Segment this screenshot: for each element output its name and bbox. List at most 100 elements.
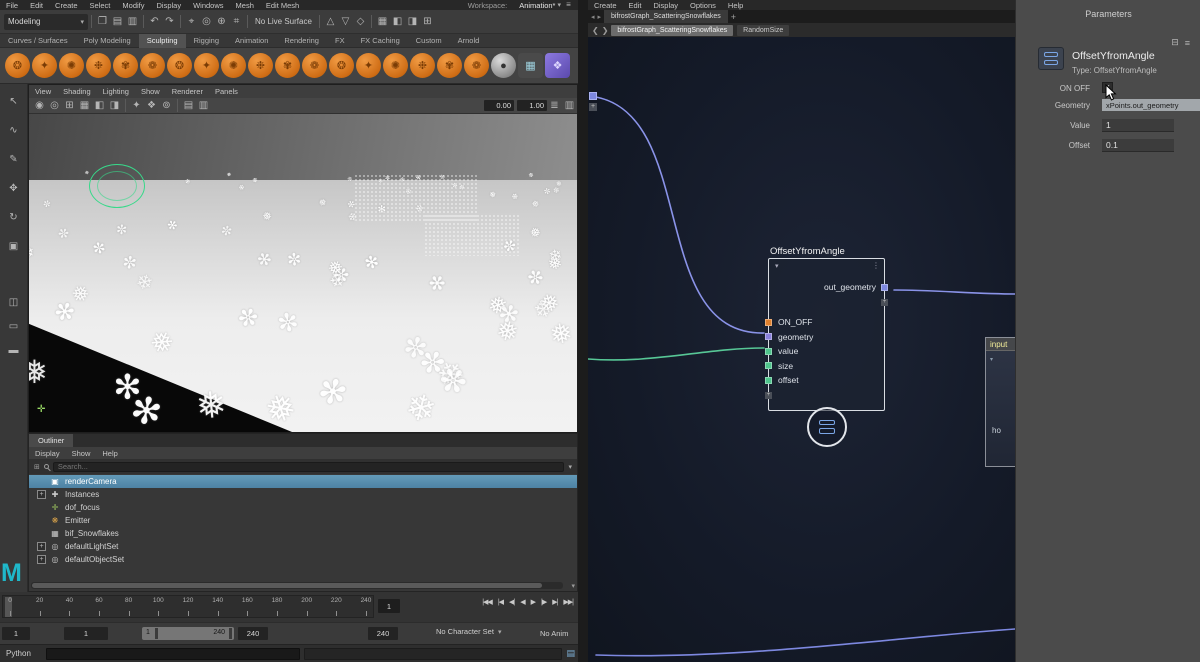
toolbar-icon[interactable]: ◨ bbox=[107, 98, 122, 114]
viewport-menu[interactable]: View bbox=[29, 87, 57, 96]
toolbar-icon[interactable]: ▭ bbox=[6, 319, 21, 335]
new-tab-button[interactable]: + bbox=[731, 12, 736, 22]
outliner-item[interactable]: ▣renderCamera bbox=[29, 475, 577, 488]
shelf-tab[interactable]: Curves / Surfaces bbox=[0, 34, 76, 48]
expand-toggle-icon[interactable]: + bbox=[37, 542, 46, 551]
viewport-menu[interactable]: Lighting bbox=[97, 87, 135, 96]
compound-node-badge[interactable] bbox=[807, 407, 847, 447]
maya-menu[interactable]: Select bbox=[84, 1, 117, 10]
command-input[interactable] bbox=[46, 648, 300, 660]
toolbar-icon[interactable]: ✥ bbox=[6, 181, 21, 197]
wire-geometry[interactable] bbox=[596, 97, 764, 333]
nav-back-icon[interactable]: ❮ bbox=[592, 26, 599, 35]
chevron-down-icon[interactable]: ▾ bbox=[568, 463, 572, 471]
toolbar-icon[interactable]: ⊞ bbox=[420, 14, 435, 30]
toolbar-icon[interactable]: ↶ bbox=[147, 14, 162, 30]
node-offsetyfromangle[interactable]: OffsetYfromAngle ▾ ⋮ out_geometry + ON_O… bbox=[768, 258, 885, 411]
chevron-down-icon[interactable]: ▾ bbox=[571, 582, 575, 590]
sculpt-brush-icon[interactable]: ❁ bbox=[464, 53, 489, 78]
toolbar-icon[interactable]: ⊕ bbox=[214, 14, 229, 30]
workspace-options-icon[interactable]: ≡ bbox=[561, 0, 576, 10]
toolbar-icon[interactable]: △ bbox=[323, 14, 338, 30]
toolbar-icon[interactable]: ∿ bbox=[6, 123, 21, 139]
collapse-icon[interactable]: ▾ bbox=[775, 262, 779, 270]
add-input-button[interactable]: + bbox=[765, 392, 772, 399]
maya-menu[interactable]: Modify bbox=[116, 1, 150, 10]
value-field[interactable]: 1 bbox=[1102, 119, 1174, 132]
toolbar-icon[interactable]: ⌗ bbox=[229, 14, 244, 30]
menu-icon[interactable]: ≡ bbox=[1185, 38, 1190, 48]
sculpt-brush-icon[interactable]: ✾ bbox=[113, 53, 138, 78]
maya-menu[interactable]: Create bbox=[49, 1, 84, 10]
sculpt-brush-icon[interactable]: ❉ bbox=[86, 53, 111, 78]
toolbar-icon[interactable]: ▽ bbox=[338, 14, 353, 30]
toolbar-icon[interactable]: ⊞ bbox=[62, 98, 77, 114]
sculpt-brush-icon[interactable]: ❉ bbox=[410, 53, 435, 78]
outliner-search-input[interactable] bbox=[53, 462, 565, 472]
input-port[interactable] bbox=[765, 348, 772, 355]
node-input-clipped[interactable]: input ▾ ho bbox=[985, 337, 1015, 467]
sphere-tool-icon[interactable]: ● bbox=[491, 53, 516, 78]
toolbar-icon[interactable]: ▦ bbox=[375, 14, 390, 30]
toolbar-icon[interactable]: ◧ bbox=[92, 98, 107, 114]
toolbar-icon[interactable]: ◨ bbox=[405, 14, 420, 30]
outliner-menu[interactable]: Help bbox=[96, 449, 123, 458]
toolbar-icon[interactable]: ✦ bbox=[129, 98, 144, 114]
outliner-item[interactable]: ❋Emitter bbox=[29, 514, 577, 527]
sculpt-brush-icon[interactable]: ❉ bbox=[248, 53, 273, 78]
input-port[interactable] bbox=[765, 362, 772, 369]
dock-icon[interactable]: ⊟ bbox=[1171, 37, 1179, 48]
toolbar-icon[interactable]: ⌖ bbox=[184, 14, 199, 30]
shelf-tab[interactable]: Rigging bbox=[186, 34, 227, 48]
toolbar-icon[interactable]: ↖ bbox=[6, 94, 21, 110]
range-handle-left[interactable] bbox=[155, 628, 158, 639]
toolbar-icon[interactable]: ◫ bbox=[6, 295, 21, 311]
shelf-tab[interactable]: Arnold bbox=[450, 34, 488, 48]
toolbar-icon[interactable]: ◇ bbox=[353, 14, 368, 30]
tab-scroll-right-icon[interactable]: ▸ bbox=[598, 13, 602, 21]
toolbar-icon[interactable]: ◎ bbox=[47, 98, 62, 114]
sculpt-brush-icon[interactable]: ❂ bbox=[167, 53, 192, 78]
timeline-ruler[interactable]: 020406080100120140160180200220240 bbox=[2, 595, 374, 618]
outliner-menu[interactable]: Display bbox=[29, 449, 66, 458]
wire-value[interactable] bbox=[588, 348, 764, 360]
outliner-menu[interactable]: Show bbox=[66, 449, 97, 458]
graph-tab[interactable]: bifrostGraph_ScatteringSnowflakes bbox=[604, 10, 728, 23]
playback-button[interactable]: ▶| bbox=[549, 598, 560, 606]
expand-toggle-icon[interactable]: + bbox=[37, 490, 46, 499]
toolbar-icon[interactable]: ↷ bbox=[162, 14, 177, 30]
shelf-tab[interactable]: Sculpting bbox=[139, 34, 186, 48]
outliner-item[interactable]: +✚Instances bbox=[29, 488, 577, 501]
command-language-toggle[interactable]: Python bbox=[6, 649, 31, 658]
range-handle-right[interactable] bbox=[229, 628, 232, 639]
outliner-item[interactable]: ✛dof_focus bbox=[29, 501, 577, 514]
bifrost-menu[interactable]: Display bbox=[647, 1, 684, 10]
exposure-field[interactable]: 0.00 bbox=[484, 100, 514, 111]
toolbar-icon[interactable]: ❖ bbox=[144, 98, 159, 114]
viewport-menu[interactable]: Shading bbox=[57, 87, 97, 96]
script-editor-icon[interactable]: ▤ bbox=[566, 648, 575, 659]
toolbar-icon[interactable]: ↻ bbox=[6, 210, 21, 226]
anim-end-field[interactable]: 240 bbox=[368, 627, 398, 640]
playback-button[interactable]: ▶ bbox=[528, 598, 538, 606]
wire-bottom[interactable] bbox=[596, 629, 1015, 656]
sculpt-brush-icon[interactable]: ✦ bbox=[356, 53, 381, 78]
bifrost-menu[interactable]: Help bbox=[722, 1, 749, 10]
range-slider[interactable]: 1 240 bbox=[142, 627, 234, 640]
sculpt-brush-icon[interactable]: ✾ bbox=[275, 53, 300, 78]
bifrost-menu[interactable]: Create bbox=[588, 1, 623, 10]
maya-menu[interactable]: Mesh bbox=[230, 1, 260, 10]
bifrost-menu[interactable]: Options bbox=[684, 1, 722, 10]
sculpt-brush-icon[interactable]: ❁ bbox=[302, 53, 327, 78]
sculpt-brush-icon[interactable]: ✾ bbox=[437, 53, 462, 78]
toolbar-icon[interactable]: ◎ bbox=[199, 14, 214, 30]
playback-button[interactable]: ◀| bbox=[506, 598, 517, 606]
input-node-header[interactable]: input bbox=[986, 338, 1015, 351]
outliner-hscrollbar[interactable] bbox=[31, 582, 563, 589]
toolbar-icon[interactable]: ▥ bbox=[196, 98, 211, 114]
offset-field[interactable]: 0.1 bbox=[1102, 139, 1174, 152]
shelf-tab[interactable]: Animation bbox=[227, 34, 276, 48]
outliner-item[interactable]: ▦bif_Snowflakes bbox=[29, 527, 577, 540]
shelf-tab[interactable]: FX Caching bbox=[353, 34, 408, 48]
toolbar-icon[interactable]: ◉ bbox=[32, 98, 47, 114]
